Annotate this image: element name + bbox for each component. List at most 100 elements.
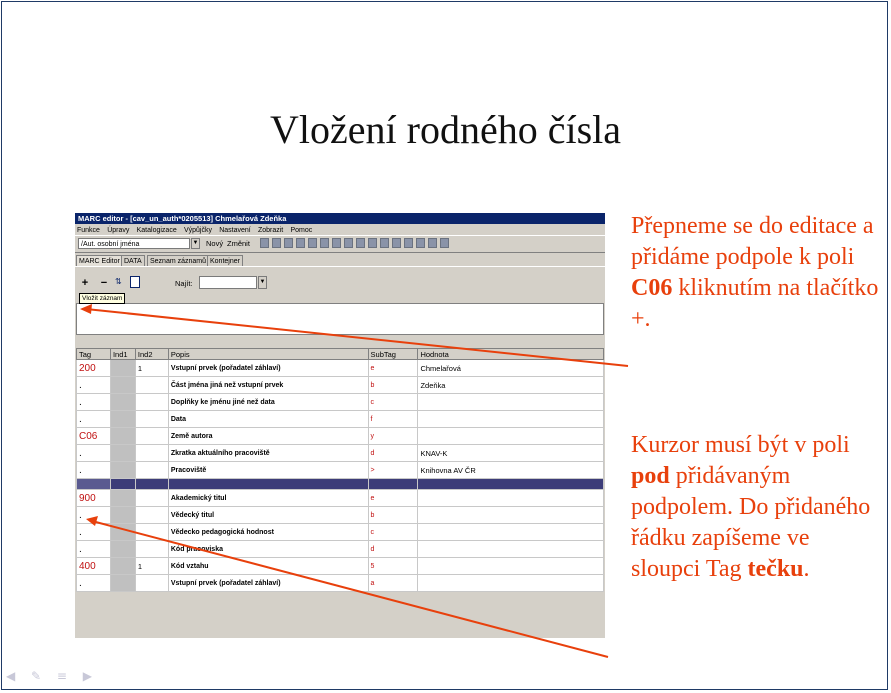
record-remove-icon[interactable]	[368, 238, 377, 248]
cut-icon[interactable]	[272, 238, 281, 248]
subtag-cell[interactable]: >	[367, 461, 419, 479]
value-cell[interactable]	[417, 489, 604, 507]
delete-icon[interactable]	[296, 238, 305, 248]
table-row[interactable]: C06 Země autora y	[76, 427, 604, 445]
record-icon[interactable]	[344, 238, 353, 248]
subtag-cell[interactable]: c	[367, 523, 419, 541]
header-subtag[interactable]: SubTag	[367, 348, 419, 360]
table-row[interactable]: 200 1 Vstupní prvek (pořadatel záhlaví) e Ch…	[76, 359, 604, 377]
tag-cell[interactable]: .	[76, 393, 111, 411]
ind1-cell[interactable]	[109, 444, 136, 462]
tag-cell[interactable]: C06	[76, 427, 111, 445]
tag-cell[interactable]: .	[76, 523, 111, 541]
table-row[interactable]: . Část jména jiná než vstupní prvek b Zdeňk…	[76, 376, 604, 394]
table-row[interactable]: . Vědecko pedagogická hodnost c	[76, 523, 604, 541]
subtag-cell[interactable]: c	[367, 393, 419, 411]
ind2-cell[interactable]: 1	[134, 359, 169, 377]
tag-cell[interactable]: .	[76, 540, 111, 558]
subtag-cell[interactable]: 5	[367, 557, 419, 575]
subtag-cell[interactable]: e	[367, 489, 419, 507]
value-cell[interactable]	[417, 427, 604, 445]
table-row[interactable]: . Data f	[76, 410, 604, 428]
ind1-cell[interactable]	[109, 427, 136, 445]
value-cell[interactable]	[417, 557, 604, 575]
tag-cell[interactable]: 400	[76, 557, 111, 575]
value-cell[interactable]	[417, 506, 604, 524]
ind1-cell[interactable]	[109, 478, 136, 490]
remove-subfield-button[interactable]: −	[97, 277, 111, 291]
table-row[interactable]: . Vědecký titul b	[76, 506, 604, 524]
value-cell[interactable]	[417, 393, 604, 411]
menu-vypujcky[interactable]: Výpůjčky	[184, 227, 212, 234]
window-icon[interactable]	[392, 238, 401, 248]
menu-zobrazit[interactable]: Zobrazit	[258, 227, 283, 234]
tag-cell[interactable]: .	[76, 461, 111, 479]
ind1-cell[interactable]	[109, 489, 136, 507]
subtag-cell[interactable]: d	[367, 444, 419, 462]
tag-cell[interactable]: 200	[76, 359, 111, 377]
value-cell[interactable]	[417, 574, 604, 592]
description-cell[interactable]	[167, 478, 369, 490]
ind2-cell[interactable]	[134, 478, 169, 490]
description-cell[interactable]: Země autora	[167, 427, 369, 445]
subtag-cell[interactable]: y	[367, 427, 419, 445]
value-cell[interactable]: Zdeňka	[417, 376, 604, 394]
chevron-down-icon[interactable]: ▼	[191, 238, 200, 249]
subtag-cell[interactable]: d	[367, 540, 419, 558]
menu-katalogizace[interactable]: Katalogizace	[137, 227, 177, 234]
ind2-cell[interactable]: 1	[134, 557, 169, 575]
description-cell[interactable]: Kód vztahu	[167, 557, 369, 575]
description-cell[interactable]: Část jména jiná než vstupní prvek	[167, 376, 369, 394]
value-cell[interactable]: KNAV-K	[417, 444, 604, 462]
new-button[interactable]: Nový	[206, 238, 223, 249]
value-cell[interactable]	[417, 410, 604, 428]
ind2-cell[interactable]	[134, 393, 169, 411]
ind1-cell[interactable]	[109, 506, 136, 524]
description-cell[interactable]: Kód pracoviska	[167, 540, 369, 558]
value-cell[interactable]: Chmelařová	[417, 359, 604, 377]
description-cell[interactable]: Pracoviště	[167, 461, 369, 479]
subtag-cell[interactable]: b	[367, 376, 419, 394]
ind2-cell[interactable]	[134, 489, 169, 507]
forward-icon[interactable]	[428, 238, 437, 248]
subtag-cell[interactable]: e	[367, 359, 419, 377]
form-icon[interactable]	[130, 276, 140, 288]
ind2-cell[interactable]	[134, 574, 169, 592]
table-row[interactable]: . Doplňky ke jménu jiné než data c	[76, 393, 604, 411]
subtag-cell[interactable]: f	[367, 410, 419, 428]
description-cell[interactable]: Vstupní prvek (pořadatel záhlaví)	[167, 574, 369, 592]
ind1-cell[interactable]	[109, 359, 136, 377]
subtag-cell[interactable]: a	[367, 574, 419, 592]
value-cell[interactable]	[417, 478, 604, 490]
tag-cell[interactable]: .	[76, 444, 111, 462]
value-cell[interactable]	[417, 540, 604, 558]
ind2-cell[interactable]	[134, 523, 169, 541]
description-cell[interactable]: Vstupní prvek (pořadatel záhlaví)	[167, 359, 369, 377]
ind2-cell[interactable]	[134, 376, 169, 394]
header-tag[interactable]: Tag	[76, 348, 111, 360]
table-row[interactable]: . Vstupní prvek (pořadatel záhlaví) a	[76, 574, 604, 592]
description-cell[interactable]: Vědecko pedagogická hodnost	[167, 523, 369, 541]
record-add-icon[interactable]	[356, 238, 365, 248]
ind1-cell[interactable]	[109, 461, 136, 479]
table-row[interactable]: . Pracoviště > Knihovna AV ČR	[76, 461, 604, 479]
print-icon[interactable]	[260, 238, 269, 248]
subtag-cell[interactable]: b	[367, 506, 419, 524]
tag-cell[interactable]: .	[76, 506, 111, 524]
find-input[interactable]	[199, 276, 257, 289]
description-cell[interactable]: Akademický titul	[167, 489, 369, 507]
menu-pomoc[interactable]: Pomoc	[291, 227, 313, 234]
ind2-cell[interactable]	[134, 506, 169, 524]
tag-cell[interactable]: .	[76, 376, 111, 394]
ind1-cell[interactable]	[109, 410, 136, 428]
ind1-cell[interactable]	[109, 523, 136, 541]
selected-new-row[interactable]	[76, 478, 604, 490]
add-subfield-button[interactable]: +	[78, 277, 92, 291]
tag-cell[interactable]	[76, 478, 111, 490]
ind2-cell[interactable]	[134, 444, 169, 462]
ind2-cell[interactable]	[134, 427, 169, 445]
table-row[interactable]: 900 Akademický titul e	[76, 489, 604, 507]
view-icon[interactable]	[380, 238, 389, 248]
redo-icon[interactable]	[320, 238, 329, 248]
subtag-cell[interactable]	[367, 478, 419, 490]
